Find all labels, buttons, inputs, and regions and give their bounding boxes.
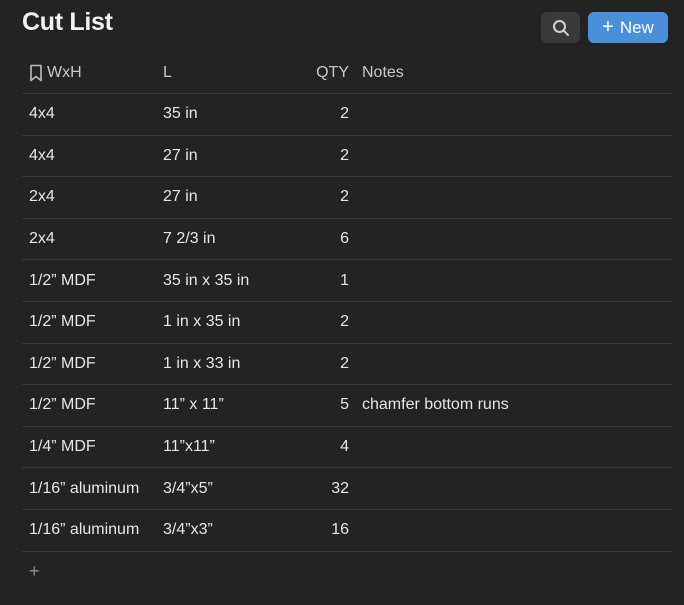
cell-wxh[interactable]: 1/2” MDF bbox=[22, 396, 163, 414]
add-row-button[interactable]: + bbox=[29, 561, 40, 582]
column-header-l[interactable]: L bbox=[163, 64, 283, 82]
cell-l[interactable]: 3/4”x5” bbox=[163, 480, 283, 498]
cell-l[interactable]: 11”x11” bbox=[163, 438, 283, 456]
cell-l[interactable]: 1 in x 35 in bbox=[163, 313, 283, 331]
table-header: WxH L QTY Notes bbox=[22, 53, 672, 94]
cell-qty[interactable]: 16 bbox=[283, 521, 349, 539]
cell-qty[interactable]: 32 bbox=[283, 480, 349, 498]
cell-wxh[interactable]: 1/2” MDF bbox=[22, 272, 163, 290]
cell-qty[interactable]: 2 bbox=[283, 147, 349, 165]
new-button-label: New bbox=[619, 17, 654, 37]
cell-l[interactable]: 11” x 11” bbox=[163, 396, 283, 414]
cell-qty[interactable]: 2 bbox=[283, 105, 349, 123]
cell-wxh[interactable]: 1/4” MDF bbox=[22, 438, 163, 456]
cell-qty[interactable]: 4 bbox=[283, 438, 349, 456]
table-row[interactable]: 1/4” MDF 11”x11” 4 bbox=[22, 427, 672, 469]
cell-l[interactable]: 35 in x 35 in bbox=[163, 272, 283, 290]
plus-icon: + bbox=[602, 15, 614, 38]
page-title: Cut List bbox=[22, 8, 113, 36]
cell-wxh[interactable]: 2x4 bbox=[22, 188, 163, 206]
column-header-wxh[interactable]: WxH bbox=[22, 64, 163, 82]
cell-l[interactable]: 27 in bbox=[163, 188, 283, 206]
table-row[interactable]: 4x4 35 in 2 bbox=[22, 94, 672, 136]
cell-l[interactable]: 1 in x 33 in bbox=[163, 355, 283, 373]
cell-l[interactable]: 7 2/3 in bbox=[163, 230, 283, 248]
cell-wxh[interactable]: 1/16” aluminum bbox=[22, 521, 163, 539]
cell-qty[interactable]: 2 bbox=[283, 313, 349, 331]
column-header-wxh-label: WxH bbox=[47, 64, 82, 81]
cell-l[interactable]: 3/4”x3” bbox=[163, 521, 283, 539]
table-body: 4x4 35 in 2 4x4 27 in 2 2x4 27 in 2 2x4 7 2/3 in 6 1… bbox=[22, 94, 672, 552]
table-row[interactable]: 2x4 7 2/3 in 6 bbox=[22, 219, 672, 261]
table-row[interactable]: 1/2” MDF 1 in x 33 in 2 bbox=[22, 344, 672, 386]
cell-wxh[interactable]: 1/2” MDF bbox=[22, 313, 163, 331]
cell-l[interactable]: 35 in bbox=[163, 105, 283, 123]
table-row[interactable]: 1/2” MDF 35 in x 35 in 1 bbox=[22, 260, 672, 302]
cell-notes[interactable]: chamfer bottom runs bbox=[349, 396, 672, 414]
search-button[interactable] bbox=[541, 12, 580, 43]
cell-l[interactable]: 27 in bbox=[163, 147, 283, 165]
table-row[interactable]: 4x4 27 in 2 bbox=[22, 136, 672, 178]
cell-qty[interactable]: 5 bbox=[283, 396, 349, 414]
cut-list-table: WxH L QTY Notes 4x4 35 in 2 4x4 27 in 2 2x4 27 … bbox=[22, 53, 672, 552]
cell-wxh[interactable]: 1/2” MDF bbox=[22, 355, 163, 373]
table-row[interactable]: 2x4 27 in 2 bbox=[22, 177, 672, 219]
cell-wxh[interactable]: 4x4 bbox=[22, 105, 163, 123]
new-button[interactable]: + New bbox=[588, 12, 668, 43]
cell-wxh[interactable]: 2x4 bbox=[22, 230, 163, 248]
table-row[interactable]: 1/16” aluminum 3/4”x3” 16 bbox=[22, 510, 672, 552]
cell-qty[interactable]: 2 bbox=[283, 188, 349, 206]
cell-qty[interactable]: 1 bbox=[283, 272, 349, 290]
table-row[interactable]: 1/16” aluminum 3/4”x5” 32 bbox=[22, 468, 672, 510]
cell-wxh[interactable]: 1/16” aluminum bbox=[22, 480, 163, 498]
cell-wxh[interactable]: 4x4 bbox=[22, 147, 163, 165]
cut-list-page: Cut List + New WxH L QTY Notes 4x4 35 in 2… bbox=[0, 0, 684, 605]
cell-qty[interactable]: 6 bbox=[283, 230, 349, 248]
bookmark-icon bbox=[30, 64, 42, 82]
table-row[interactable]: 1/2” MDF 11” x 11” 5 chamfer bottom runs bbox=[22, 385, 672, 427]
cell-qty[interactable]: 2 bbox=[283, 355, 349, 373]
search-icon bbox=[552, 19, 569, 36]
column-header-notes[interactable]: Notes bbox=[349, 64, 672, 82]
table-row[interactable]: 1/2” MDF 1 in x 35 in 2 bbox=[22, 302, 672, 344]
column-header-qty[interactable]: QTY bbox=[283, 64, 349, 82]
